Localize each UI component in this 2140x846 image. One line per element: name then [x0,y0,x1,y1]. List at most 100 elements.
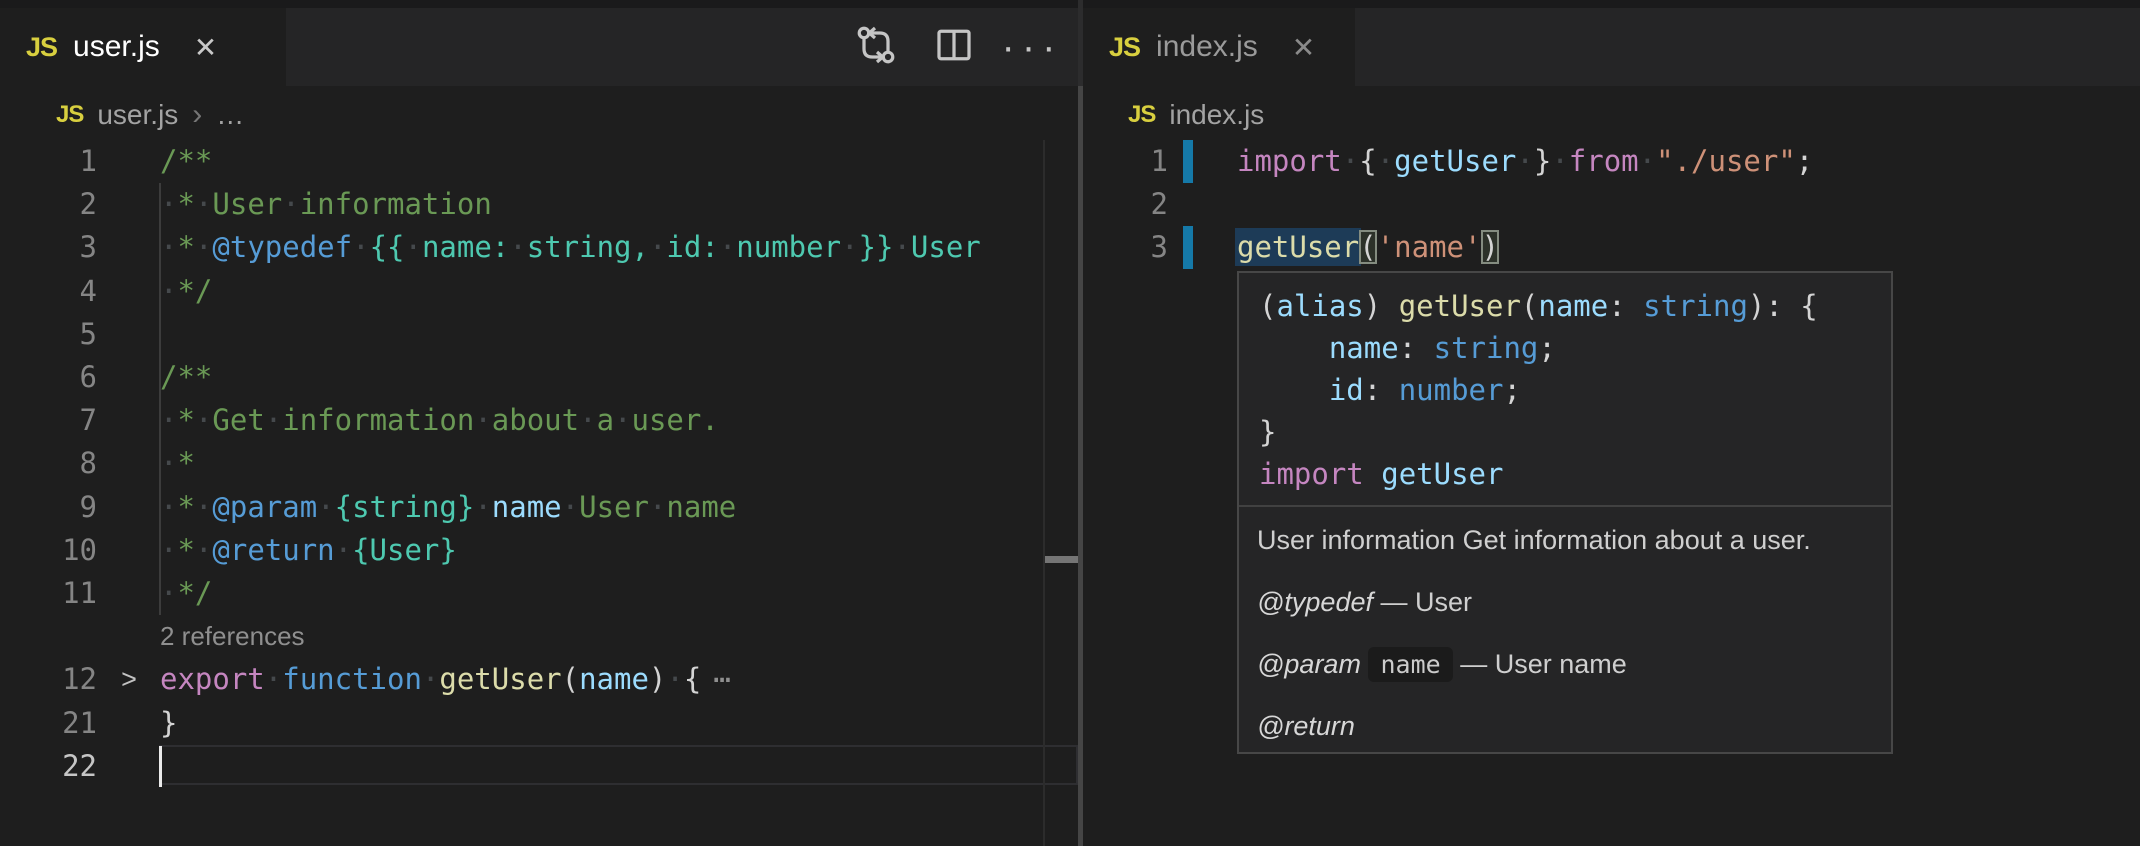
code-line[interactable]: 7·*·Get·information·about·a·user. [0,399,1078,442]
code-token: { [684,662,701,696]
code-line[interactable]: 11·*/ [0,572,1078,615]
tab-user-js[interactable]: JS user.js ✕ [0,8,286,86]
code-token: ( [1521,289,1538,323]
line-number[interactable]: 6 [0,356,97,399]
code-token: * [177,403,194,437]
line-number[interactable]: 2 [1083,183,1168,226]
line-number[interactable]: 10 [0,529,97,572]
code-token: · [509,230,526,264]
code-line[interactable]: 5 [0,313,1078,356]
code-line[interactable]: 1 /** [0,140,1078,183]
line-number[interactable]: 3 [1083,226,1168,269]
code-line[interactable]: 4·*/ [0,270,1078,313]
code-token: User [579,490,649,524]
code-token: name [666,490,736,524]
hover-tooltip: (alias) getUser(name: string): { name: s… [1237,271,1893,754]
code-line[interactable]: 12>export·function·getUser(name)·{⋯ [0,658,1078,701]
tooltip-code-line: (alias) getUser(name: string): { [1259,285,1871,327]
line-number[interactable]: 22 [0,745,97,788]
code-line[interactable]: 6 /** [0,356,1078,399]
vscode-editor-area: JS user.js ✕ [0,0,2140,846]
overview-ruler-cursor-marker [1045,556,1078,563]
code-token: · [404,230,421,264]
line-number[interactable]: 1 [0,140,97,183]
code-line[interactable]: 3getUser('name') [1083,226,2140,269]
code-line[interactable]: 1import·{·getUser·}·from·"./user"; [1083,140,2140,183]
overview-ruler-border [1043,140,1045,846]
code-token: · [562,490,579,524]
code-line[interactable]: 2·*·User·information [0,183,1078,226]
line-number[interactable]: 7 [0,399,97,442]
code-token: · [352,230,369,264]
line-number[interactable]: 9 [0,486,97,529]
code-token: · [160,446,177,480]
code-token: ; [1503,373,1520,407]
tooltip-doc-paragraph: @return [1257,709,1873,744]
left-editor-toolbar: ··· [830,8,1078,86]
code-token: ( [562,662,579,696]
close-icon[interactable]: ✕ [1292,31,1315,64]
code-text: /** [160,356,212,399]
tab-index-js[interactable]: JS index.js ✕ [1083,8,1355,86]
breadcrumb-file[interactable]: index.js [1169,94,1264,136]
line-number[interactable]: 4 [0,270,97,313]
code-token: · [160,533,177,567]
line-number[interactable]: 3 [0,226,97,269]
line-number[interactable]: 21 [0,702,97,745]
breadcrumb-file[interactable]: user.js [97,94,178,136]
line-number[interactable]: 12 [0,658,97,701]
code-line[interactable]: 22 [0,745,1078,788]
code-token: ( [1259,289,1276,323]
code-line[interactable]: 2 [1083,183,2140,226]
line-number[interactable]: 1 [1083,140,1168,183]
codelens-row[interactable]: 2 references [0,615,1078,658]
line-number[interactable]: 5 [0,313,97,356]
open-changes-button[interactable] [850,21,902,73]
code-line[interactable]: 3·*·@typedef·{{·name:·string,·id:·number… [0,226,1078,269]
breadcrumb-symbol[interactable]: … [216,94,244,136]
line-number[interactable]: 11 [0,572,97,615]
code-token: name [579,662,649,696]
code-token: · [265,662,282,696]
close-icon[interactable]: ✕ [194,31,217,64]
code-line[interactable]: 10·*·@return·{User} [0,529,1078,572]
code-token: · [649,490,666,524]
more-actions-button[interactable]: ··· [1006,21,1058,73]
codelens-references-link[interactable]: 2 references [160,615,305,658]
code-token: Get [212,403,264,437]
fold-chevron-icon[interactable]: > [106,658,152,701]
code-token: string [1434,331,1539,365]
code-token: ) [1364,289,1399,323]
code-token: : [1608,289,1643,323]
code-token: · [160,187,177,221]
code-token: · [282,187,299,221]
code-token: about [492,403,579,437]
code-token: : [1399,331,1434,365]
code-token [1364,457,1381,491]
code-line[interactable]: 21} [0,702,1078,745]
code-token: id [1329,373,1364,407]
tooltip-code-line: name: string; [1259,327,1871,369]
code-token: /** [160,144,212,178]
code-token: · [160,490,177,524]
code-token: @return [212,533,334,567]
code-token: a [597,403,614,437]
code-token: * [177,187,194,221]
code-token: * [177,446,194,480]
code-text: ·*·@return·{User} [160,529,457,572]
code-token: {string} [335,490,475,524]
code-token: number [736,230,841,264]
line-number[interactable]: 8 [0,442,97,485]
code-token: user. [632,403,719,437]
code-line[interactable]: 8 ·* [0,442,1078,485]
code-token [1259,373,1329,407]
code-token: name [1329,331,1399,365]
code-line[interactable]: 9·*·@param·{string}·name·User·name [0,486,1078,529]
line-number[interactable]: 2 [0,183,97,226]
code-token: · [195,230,212,264]
window-top-border [0,0,2140,8]
code-token: · [422,662,439,696]
code-token: · [649,230,666,264]
split-editor-button[interactable] [928,21,980,73]
code-token: import [1259,457,1364,491]
